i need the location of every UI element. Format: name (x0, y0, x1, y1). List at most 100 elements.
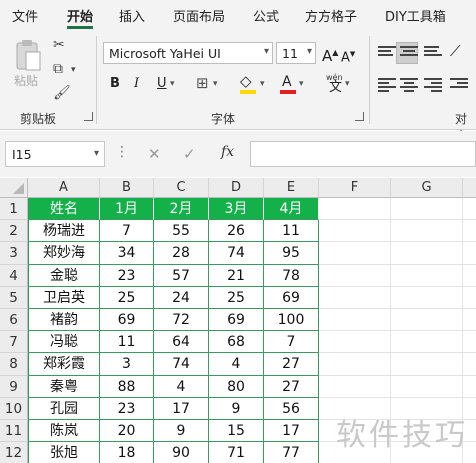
row-header-8[interactable]: 8 (0, 353, 28, 376)
tab-page-layout[interactable]: 页面布局 (173, 6, 225, 25)
table-cell[interactable]: 秦粤 (28, 375, 100, 398)
pinyin-dropdown-icon[interactable]: ▾ (345, 75, 350, 93)
table-header-cell[interactable]: 3月 (209, 198, 264, 221)
cell[interactable] (319, 198, 391, 221)
column-header-b[interactable]: B (100, 178, 154, 198)
font-color-dropdown-icon[interactable]: ▾ (299, 75, 304, 93)
select-all-button[interactable] (0, 178, 28, 198)
table-cell[interactable]: 69 (100, 309, 154, 332)
cell[interactable] (319, 309, 391, 332)
table-cell[interactable]: 71 (209, 442, 264, 463)
column-header-f[interactable]: F (319, 178, 391, 198)
cancel-icon[interactable]: ✕ (148, 145, 161, 163)
cell[interactable] (463, 331, 476, 354)
align-left-icon[interactable] (378, 78, 396, 92)
insert-function-button[interactable]: fx (221, 144, 234, 160)
cell[interactable] (463, 198, 476, 221)
table-cell[interactable]: 77 (264, 442, 319, 463)
table-cell[interactable]: 64 (154, 331, 209, 354)
cell[interactable] (319, 220, 391, 243)
cell[interactable] (391, 198, 463, 221)
table-cell[interactable]: 张旭 (28, 442, 100, 463)
grow-font-button[interactable]: A▲ (322, 44, 338, 65)
table-cell[interactable]: 7 (264, 331, 319, 354)
row-header-12[interactable]: 12 (0, 442, 28, 463)
table-cell[interactable]: 100 (264, 309, 319, 332)
table-cell[interactable]: 95 (264, 242, 319, 265)
clipboard-launcher-icon[interactable] (84, 112, 93, 121)
copy-dropdown-icon[interactable]: ▾ (71, 62, 76, 78)
table-cell[interactable]: 3 (100, 353, 154, 376)
table-cell[interactable]: 9 (154, 420, 209, 443)
cell[interactable] (463, 376, 476, 398)
align-middle-icon[interactable] (400, 46, 418, 60)
table-cell[interactable]: 69 (264, 286, 319, 309)
align-right-icon[interactable] (424, 78, 442, 92)
table-cell[interactable]: 80 (209, 375, 264, 398)
table-cell[interactable]: 74 (154, 353, 209, 376)
underline-button[interactable]: U (157, 75, 167, 93)
cell[interactable] (463, 242, 476, 265)
align-center-icon[interactable] (400, 78, 418, 92)
underline-dropdown-icon[interactable]: ▾ (170, 75, 175, 93)
orientation-icon[interactable]: ⟋ (450, 42, 461, 60)
table-cell[interactable]: 27 (264, 375, 319, 398)
cell[interactable] (319, 242, 391, 265)
enter-check-icon[interactable]: ✓ (183, 145, 196, 163)
cell[interactable] (391, 309, 463, 332)
cut-icon[interactable]: ✂ (53, 37, 65, 53)
table-cell[interactable]: 17 (154, 397, 209, 420)
tab-insert[interactable]: 插入 (119, 6, 145, 25)
tab-home[interactable]: 开始 (67, 6, 93, 25)
table-header-cell[interactable]: 2月 (154, 198, 209, 221)
font-launcher-icon[interactable] (355, 112, 364, 121)
table-cell[interactable]: 55 (154, 220, 209, 243)
table-cell[interactable]: 11 (264, 220, 319, 243)
row-header-11[interactable]: 11 (0, 420, 28, 443)
name-box[interactable]: I15 ▾ (5, 141, 105, 167)
table-cell[interactable]: 34 (100, 242, 154, 265)
cell[interactable] (391, 242, 463, 265)
table-cell[interactable]: 卫启英 (28, 286, 100, 309)
align-top-icon[interactable] (378, 46, 396, 60)
table-cell[interactable]: 17 (264, 420, 319, 443)
paste-icon[interactable] (14, 38, 44, 74)
table-cell[interactable]: 18 (100, 442, 154, 463)
table-cell[interactable]: 郑妙海 (28, 242, 100, 265)
cell[interactable] (391, 286, 463, 309)
table-cell[interactable]: 28 (154, 242, 209, 265)
formula-input[interactable] (250, 141, 476, 167)
font-name-select[interactable]: Microsoft YaHei UI ▾ (103, 42, 273, 64)
table-cell[interactable]: 9 (209, 397, 264, 420)
indent-icon[interactable] (450, 78, 468, 92)
table-cell[interactable]: 11 (100, 331, 154, 354)
table-cell[interactable]: 56 (264, 397, 319, 420)
cell[interactable] (319, 375, 391, 398)
row-header-7[interactable]: 7 (0, 331, 28, 354)
table-cell[interactable]: 72 (154, 309, 209, 332)
cell[interactable] (391, 353, 463, 376)
bold-button[interactable]: B (110, 75, 120, 93)
table-cell[interactable]: 郑彩霞 (28, 353, 100, 376)
tab-file[interactable]: 文件 (12, 6, 38, 25)
cell[interactable] (391, 264, 463, 287)
fill-color-dropdown-icon[interactable]: ▾ (260, 75, 265, 93)
row-header-6[interactable]: 6 (0, 309, 28, 332)
column-header-partial[interactable] (463, 178, 476, 198)
column-header-d[interactable]: D (209, 178, 264, 198)
table-cell[interactable]: 27 (264, 353, 319, 376)
cell[interactable] (319, 353, 391, 376)
cell[interactable] (463, 265, 476, 287)
shrink-font-button[interactable]: A▼ (341, 45, 355, 67)
table-cell[interactable]: 褚韵 (28, 309, 100, 332)
row-header-4[interactable]: 4 (0, 264, 28, 287)
cell[interactable] (391, 331, 463, 354)
tab-formulas[interactable]: 公式 (253, 6, 279, 25)
row-header-2[interactable]: 2 (0, 220, 28, 243)
cell[interactable] (463, 287, 476, 309)
row-header-9[interactable]: 9 (0, 375, 28, 398)
cell[interactable] (319, 331, 391, 354)
paste-label[interactable]: 粘贴 (14, 72, 38, 89)
tab-diy-toolbox[interactable]: DIY工具箱 (385, 6, 446, 25)
table-cell[interactable]: 25 (209, 286, 264, 309)
